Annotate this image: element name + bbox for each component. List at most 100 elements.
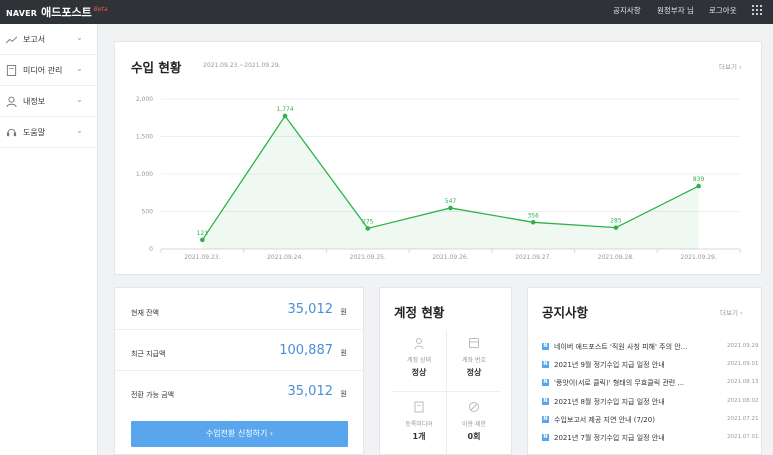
- balance-unit: 원: [340, 308, 347, 316]
- balance-value: 35,012: [287, 302, 334, 317]
- data-label: 1,774: [276, 106, 293, 113]
- series-area: [202, 115, 699, 249]
- data-label: 121: [197, 230, 209, 237]
- prohibited-icon: [469, 402, 479, 412]
- sidebar-item-myinfo[interactable]: 내정보 ⌄: [0, 86, 97, 117]
- balance-row-current: 현재 잔액 35,012 원: [115, 290, 363, 330]
- x-tick-label: 2021.09.23.: [184, 254, 220, 261]
- notice-item[interactable]: N '풍앗이(서로 클릭)' 형태의 무효클릭 관련 ... 2021.08.1…: [542, 376, 762, 390]
- notice-date: 2021.07.01: [727, 434, 759, 440]
- y-tick-label: 1,500: [136, 134, 153, 141]
- x-tick-label: 2021.09.29.: [681, 254, 717, 261]
- data-point: [530, 220, 536, 225]
- y-tick-label: 2,000: [136, 96, 153, 103]
- status-restriction: 이용 제한 0회: [447, 401, 501, 442]
- notice-text[interactable]: '풍앗이(서로 클릭)' 형태의 무효클릭 관련 ...: [554, 378, 702, 388]
- sidebar-item-help[interactable]: 도움말 ⌄: [0, 117, 97, 148]
- brand-logo[interactable]: NAVER 애드포스트 Beta: [6, 4, 108, 20]
- income-card: 수입 현황 2021.09.23.~2021.09.29. 더보기 › 0 500…: [114, 41, 762, 275]
- x-tick-label: 2021.09.24.: [267, 254, 303, 261]
- data-label: 547: [445, 198, 457, 205]
- x-tick-label: 2021.09.25.: [350, 254, 386, 261]
- notice-item[interactable]: N 네이버 애드포스트 '직원 사칭 피해' 주의 안... 2021.09.2…: [542, 340, 762, 354]
- notice-text[interactable]: 2021년 8월 정기수입 지급 일정 안내: [554, 397, 702, 407]
- data-label: 356: [527, 212, 539, 219]
- headset-icon: [6, 128, 17, 137]
- status-value: 1개: [412, 432, 426, 441]
- status-label: 계좌 번호: [462, 357, 486, 364]
- nav-notice-link[interactable]: 공지사항: [613, 5, 641, 16]
- chevron-down-icon: ⌄: [76, 126, 83, 135]
- balance-card: 현재 잔액 35,012 원 최근 지급액 100,887 원 전환 가능 금액…: [114, 287, 364, 455]
- data-point: [365, 226, 371, 231]
- notice-item[interactable]: N 2021년 7월 정기수입 지급 일정 안내 2021.07.01: [542, 431, 762, 445]
- status-media: 등록미디어 1개: [392, 401, 446, 442]
- notice-new-icon: N: [542, 343, 549, 350]
- y-tick-label: 1,000: [136, 171, 153, 178]
- top-bar: NAVER 애드포스트 Beta 공지사항 원정부자 님 로그아웃: [0, 0, 773, 24]
- data-label: 285: [610, 218, 622, 225]
- person-icon: [414, 338, 424, 349]
- status-label: 이용 제한: [462, 421, 486, 428]
- y-tick-label: 0: [149, 246, 153, 253]
- status-bank-account: 계좌 번호 정상: [447, 337, 501, 378]
- status-value: 정상: [466, 368, 482, 377]
- notice-date: 2021.08.13: [727, 379, 759, 385]
- sidebar: 보고서 ⌄ 미디어 관리 ⌄ 내정보 ⌄ 도움말 ⌄: [0, 24, 98, 455]
- notice-new-icon: N: [542, 379, 549, 386]
- balance-row-recent-payment: 최근 지급액 100,887 원: [115, 331, 363, 371]
- notice-new-icon: N: [542, 361, 549, 368]
- account-title: 계정 현황: [394, 305, 445, 320]
- notice-text[interactable]: 2021년 9월 정기수입 지급 일정 안내: [554, 360, 702, 370]
- balance-unit: 원: [340, 349, 347, 357]
- status-value: 정상: [411, 368, 427, 377]
- notice-text[interactable]: 수입보고서 제공 지연 안내 (7/20): [554, 415, 702, 425]
- balance-value: 100,887: [279, 343, 333, 358]
- data-point: [613, 225, 619, 230]
- nav-user-name[interactable]: 원정부자 님: [657, 5, 694, 16]
- service-title: 애드포스트: [41, 6, 92, 19]
- x-tick-label: 2021.09.27.: [515, 254, 551, 261]
- sidebar-item-label: 도움말: [23, 128, 46, 137]
- notices-title: 공지사항: [542, 305, 589, 320]
- notice-item[interactable]: N 2021년 8월 정기수입 지급 일정 안내 2021.08.02: [542, 395, 762, 409]
- data-point: [200, 237, 205, 243]
- notice-text[interactable]: 2021년 7월 정기수입 지급 일정 안내: [554, 433, 702, 443]
- balance-label: 전환 가능 금액: [131, 391, 175, 399]
- data-label: 275: [362, 218, 374, 225]
- naver-logo: NAVER: [6, 9, 38, 18]
- data-label: 839: [693, 176, 705, 183]
- chevron-down-icon: ⌄: [76, 33, 83, 42]
- nav-logout-link[interactable]: 로그아웃: [709, 5, 737, 16]
- sidebar-item-media[interactable]: 미디어 관리 ⌄: [0, 55, 97, 86]
- status-label: 계정 상태: [407, 357, 431, 364]
- status-account: 계정 상태 정상: [392, 337, 446, 378]
- chevron-down-icon: ⌄: [76, 95, 83, 104]
- notice-item[interactable]: N 수입보고서 제공 지연 안내 (7/20) 2021.07.21: [542, 413, 762, 427]
- notice-date: 2021.09.29: [727, 343, 759, 349]
- notice-date: 2021.07.21: [727, 416, 759, 422]
- balance-label: 최근 지급액: [131, 350, 166, 358]
- sidebar-item-label: 보고서: [23, 35, 46, 44]
- y-tick-label: 500: [142, 209, 154, 216]
- convert-income-button[interactable]: 수입전환 신청하기 ›: [131, 421, 348, 447]
- notice-new-icon: N: [542, 398, 549, 405]
- balance-value: 35,012: [287, 384, 334, 399]
- notice-date: 2021.08.02: [727, 398, 759, 404]
- apps-grid-icon[interactable]: [752, 5, 764, 17]
- notices-more-link[interactable]: 더보기 ›: [720, 307, 743, 317]
- document-icon: [6, 65, 17, 76]
- notice-date: 2021.09.01: [727, 361, 759, 367]
- data-point: [448, 205, 453, 211]
- divider: [392, 391, 500, 392]
- notice-item[interactable]: N 2021년 9월 정기수입 지급 일정 안내 2021.09.01: [542, 358, 762, 372]
- sidebar-item-label: 내정보: [23, 97, 46, 106]
- data-point: [282, 113, 288, 119]
- card-icon: [469, 338, 479, 348]
- account-status-card: 계정 현황 계정 상태 정상 계좌 번호 정상 등록미디어 1개 이용 제한 0…: [379, 287, 512, 455]
- status-label: 등록미디어: [405, 421, 433, 428]
- notice-text[interactable]: 네이버 애드포스트 '직원 사칭 피해' 주의 안...: [554, 342, 702, 352]
- sidebar-item-report[interactable]: 보고서 ⌄: [0, 24, 97, 55]
- notices-card: 공지사항 더보기 › N 네이버 애드포스트 '직원 사칭 피해' 주의 안..…: [527, 287, 762, 455]
- user-icon: [6, 96, 17, 107]
